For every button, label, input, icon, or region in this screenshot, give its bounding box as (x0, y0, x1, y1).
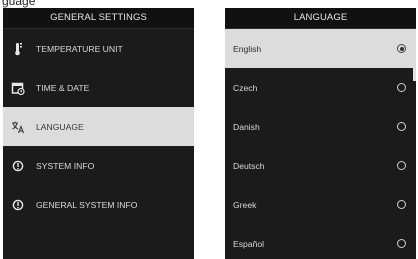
menu-item-time-date[interactable]: TIME & DATE (3, 68, 194, 107)
radio-icon[interactable] (397, 161, 406, 170)
menu-label: TEMPERATURE UNIT (36, 43, 123, 54)
language-option-deutsch[interactable]: Deutsch (225, 146, 416, 185)
menu-item-system-info[interactable]: SYSTEM INFO (3, 146, 194, 185)
menu-label: TIME & DATE (36, 82, 90, 93)
language-screen: LANGUAGE English Czech Danish Deutsch Gr… (225, 8, 416, 259)
language-label: Czech (233, 82, 258, 93)
language-option-english[interactable]: English (225, 29, 416, 68)
calendar-clock-icon (3, 81, 33, 95)
language-label: Greek (233, 199, 257, 210)
radio-icon[interactable] (397, 122, 406, 131)
general-settings-title: GENERAL SETTINGS (3, 8, 194, 29)
language-option-czech[interactable]: Czech (225, 68, 416, 107)
radio-selected-icon[interactable] (397, 44, 406, 53)
thermometer-icon (3, 42, 33, 56)
language-option-greek[interactable]: Greek (225, 185, 416, 224)
menu-item-temperature-unit[interactable]: TEMPERATURE UNIT (3, 29, 194, 68)
menu-label: GENERAL SYSTEM INFO (36, 199, 138, 210)
menu-label: LANGUAGE (36, 121, 84, 132)
menu-label: SYSTEM INFO (36, 160, 95, 171)
language-title: LANGUAGE (225, 8, 416, 29)
language-option-danish[interactable]: Danish (225, 107, 416, 146)
menu-item-general-system-info[interactable]: GENERAL SYSTEM INFO (3, 185, 194, 224)
info-icon (3, 160, 33, 172)
general-settings-screen: GENERAL SETTINGS TEMPERATURE UNIT TIME &… (3, 8, 194, 259)
radio-dot (399, 46, 404, 51)
language-option-espanol[interactable]: Español (225, 224, 416, 259)
translate-icon (3, 120, 33, 134)
language-label: Deutsch (233, 160, 265, 171)
radio-icon[interactable] (397, 200, 406, 209)
language-label: English (233, 43, 262, 54)
caption-text: guage (2, 0, 36, 8)
radio-icon[interactable] (397, 83, 406, 92)
language-label: Español (233, 238, 265, 249)
settings-screenshots: guage GENERAL SETTINGS TEMPERATURE UNIT (0, 0, 418, 259)
radio-icon[interactable] (397, 239, 406, 248)
language-label: Danish (233, 121, 260, 132)
menu-item-language[interactable]: LANGUAGE (3, 107, 194, 146)
info-icon (3, 199, 33, 211)
